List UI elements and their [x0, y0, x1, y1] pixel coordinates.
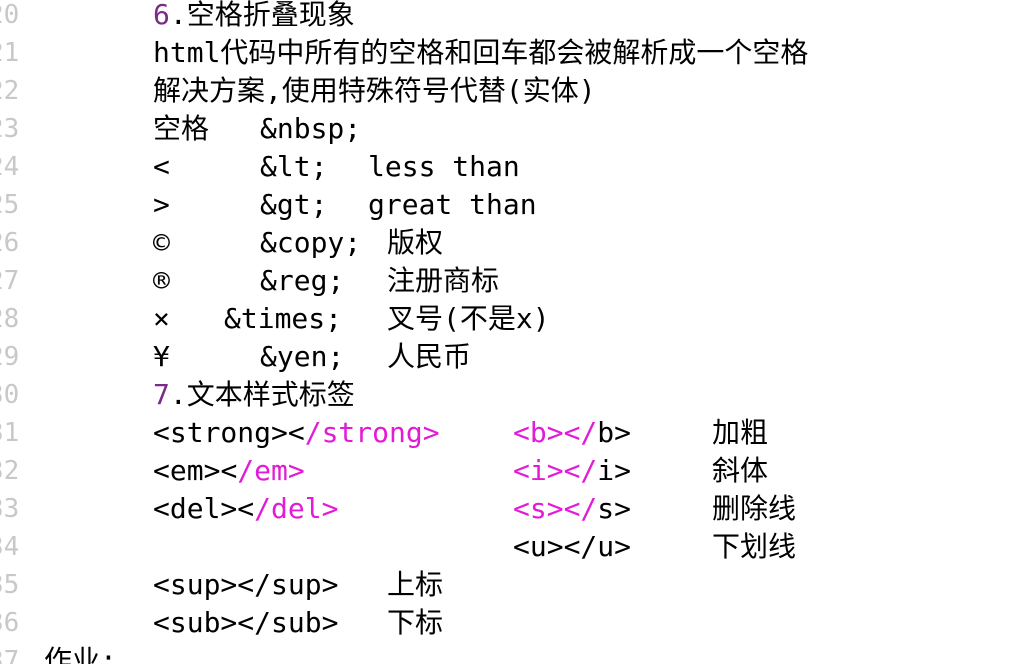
tag-description: 加粗 [712, 416, 769, 449]
tag-description: 下划线 [712, 530, 797, 563]
code-line: 30 7.文本样式标签 [0, 378, 1011, 418]
line-number: 35 [0, 570, 20, 600]
code-line: 27 ® &reg; 注册商标 [0, 264, 1011, 304]
code-line: 25 > &gt; great than [0, 188, 1011, 228]
tag-pair: <sup></sup> [153, 568, 339, 601]
line-number: 37 [0, 646, 20, 664]
tag-description: 上标 [387, 568, 444, 601]
entity-description: 人民币 [387, 340, 472, 373]
code-line: 31 <strong></strong> <b></b> 加粗 [0, 416, 1011, 456]
entity-code: &yen; [260, 340, 345, 373]
tag-pair-long: <del></del> [153, 492, 339, 525]
code-text: html代码中所有的空格和回车都会被解析成一个空格 [153, 36, 809, 69]
line-number: 33 [0, 494, 20, 524]
line-number: 27 [0, 266, 20, 296]
line-number: 31 [0, 418, 20, 448]
tag-pair: <sub></sub> [153, 606, 339, 639]
homework-heading: 作业: [44, 644, 117, 664]
tag-pair-long: <strong></strong> [153, 416, 440, 449]
code-line: 20 6.空格折叠现象 [0, 0, 1011, 38]
line-number: 34 [0, 532, 20, 562]
entity-description: 版权 [387, 226, 444, 259]
tag-description: 下标 [387, 606, 444, 639]
code-line: 21 html代码中所有的空格和回车都会被解析成一个空格 [0, 36, 1011, 76]
line-number: 24 [0, 152, 20, 182]
line-number: 21 [0, 38, 20, 68]
line-number: 30 [0, 380, 20, 410]
code-line: 28 × &times; 叉号(不是x) [0, 302, 1011, 342]
code-line: 26 © &copy; 版权 [0, 226, 1011, 266]
line-number: 32 [0, 456, 20, 486]
code-editor[interactable]: 20 6.空格折叠现象 21 html代码中所有的空格和回车都会被解析成一个空格… [0, 0, 1011, 664]
entity-description: 注册商标 [387, 264, 500, 297]
entity-code: &times; [224, 302, 343, 335]
entity-symbol: × [153, 302, 170, 335]
code-line: 35 <sup></sup> 上标 [0, 568, 1011, 608]
code-line: 37 作业: [0, 644, 1011, 664]
tag-pair-short: <i></i> [513, 454, 632, 487]
line-number: 28 [0, 304, 20, 334]
code-line: 24 < &lt; less than [0, 150, 1011, 190]
line-number: 23 [0, 114, 20, 144]
entity-symbol: ¥ [153, 340, 170, 373]
entity-description: great than [368, 188, 537, 221]
line-number: 25 [0, 190, 20, 220]
entity-code: &gt; [260, 188, 328, 221]
entity-code: &copy; [260, 226, 362, 259]
code-text: 6.空格折叠现象 [153, 0, 355, 31]
tag-description: 斜体 [712, 454, 769, 487]
entity-code: &reg; [260, 264, 345, 297]
entity-description: 叉号(不是x) [387, 302, 550, 335]
tag-pair-short: <s></s> [513, 492, 632, 525]
line-number: 36 [0, 608, 20, 638]
line-number: 22 [0, 76, 20, 106]
code-line: 32 <em></em> <i></i> 斜体 [0, 454, 1011, 494]
entity-code: &nbsp; [260, 112, 362, 145]
entity-symbol: > [153, 188, 170, 221]
tag-pair-long: <em></em> [153, 454, 305, 487]
code-line: 22 解决方案,使用特殊符号代替(实体) [0, 74, 1011, 114]
code-text: 7.文本样式标签 [153, 378, 355, 411]
entity-symbol: 空格 [153, 112, 210, 145]
code-line: 36 <sub></sub> 下标 [0, 606, 1011, 646]
line-number: 26 [0, 228, 20, 258]
entity-description: less than [368, 150, 520, 183]
line-number: 29 [0, 342, 20, 372]
code-line: 23 空格 &nbsp; [0, 112, 1011, 152]
entity-symbol: © [153, 226, 170, 259]
entity-symbol: < [153, 150, 170, 183]
tag-pair-short: <b></b> [513, 416, 632, 449]
code-line: 29 ¥ &yen; 人民币 [0, 340, 1011, 380]
entity-symbol: ® [153, 264, 170, 297]
entity-code: &lt; [260, 150, 328, 183]
line-number: 20 [0, 0, 20, 30]
tag-pair-short: <u></u> [513, 530, 632, 563]
code-line: 33 <del></del> <s></s> 删除线 [0, 492, 1011, 532]
tag-description: 删除线 [712, 492, 797, 525]
code-line: 34 <u></u> 下划线 [0, 530, 1011, 570]
code-text: 解决方案,使用特殊符号代替(实体) [153, 74, 596, 107]
